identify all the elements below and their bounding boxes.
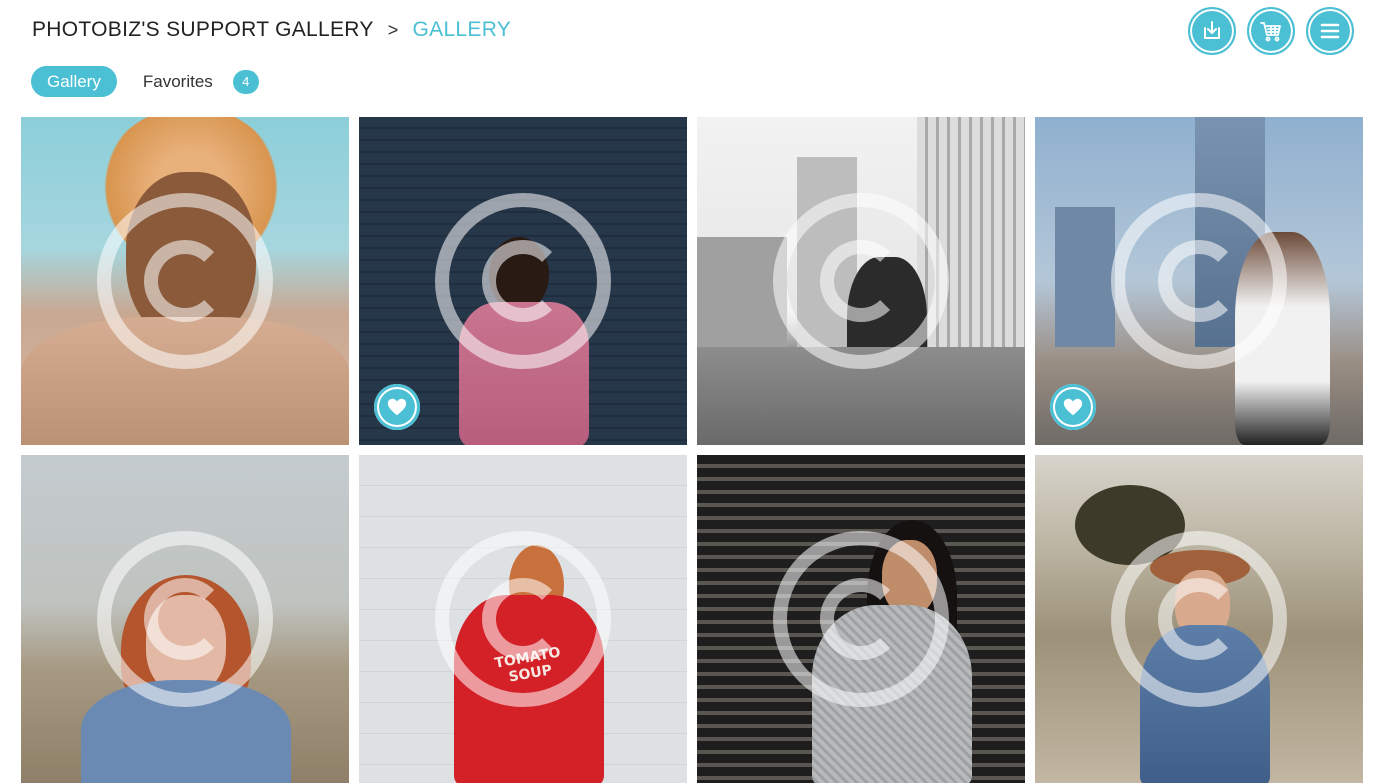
header: PHOTOBIZ'S SUPPORT GALLERY > GALLERY Gal… xyxy=(0,0,1382,110)
heart-icon xyxy=(387,398,407,416)
breadcrumb: PHOTOBIZ'S SUPPORT GALLERY > GALLERY xyxy=(32,18,511,42)
photo-tile[interactable] xyxy=(21,455,349,783)
copyright-watermark-icon xyxy=(97,531,273,707)
photo-tile[interactable] xyxy=(359,117,687,445)
menu-button[interactable] xyxy=(1306,7,1354,55)
header-actions xyxy=(1188,7,1354,55)
cart-icon xyxy=(1260,22,1281,42)
breadcrumb-current: GALLERY xyxy=(412,18,512,41)
copyright-watermark-icon xyxy=(97,193,273,369)
photo-tile[interactable] xyxy=(1035,117,1363,445)
copyright-watermark-icon xyxy=(1111,531,1287,707)
gallery-tabs: Gallery Favorites 4 xyxy=(31,66,259,97)
copyright-watermark-icon xyxy=(435,531,611,707)
photo-tile[interactable] xyxy=(697,455,1025,783)
favorite-heart-button[interactable] xyxy=(374,384,420,430)
favorites-count-badge: 4 xyxy=(232,69,259,94)
photo-building xyxy=(1055,207,1115,347)
copyright-watermark-icon xyxy=(773,531,949,707)
copyright-watermark-icon xyxy=(1111,193,1287,369)
heart-icon xyxy=(1063,398,1083,416)
favorite-heart-button[interactable] xyxy=(1050,384,1096,430)
breadcrumb-separator: > xyxy=(387,19,399,40)
copyright-watermark-icon xyxy=(435,193,611,369)
breadcrumb-root-link[interactable]: PHOTOBIZ'S SUPPORT GALLERY xyxy=(32,18,374,42)
photo-tile[interactable] xyxy=(1035,455,1363,783)
photo-tile[interactable] xyxy=(697,117,1025,445)
tab-gallery[interactable]: Gallery xyxy=(31,66,117,97)
download-button[interactable] xyxy=(1188,7,1236,55)
hamburger-menu-icon xyxy=(1320,23,1340,39)
photo-tile[interactable]: TOMATO SOUP xyxy=(359,455,687,783)
photo-tile[interactable] xyxy=(21,117,349,445)
tab-favorites[interactable]: Favorites xyxy=(143,66,213,97)
copyright-watermark-icon xyxy=(773,193,949,369)
photo-grid: TOMATO SOUP xyxy=(21,117,1363,783)
cart-button[interactable] xyxy=(1247,7,1295,55)
download-icon xyxy=(1204,21,1220,39)
